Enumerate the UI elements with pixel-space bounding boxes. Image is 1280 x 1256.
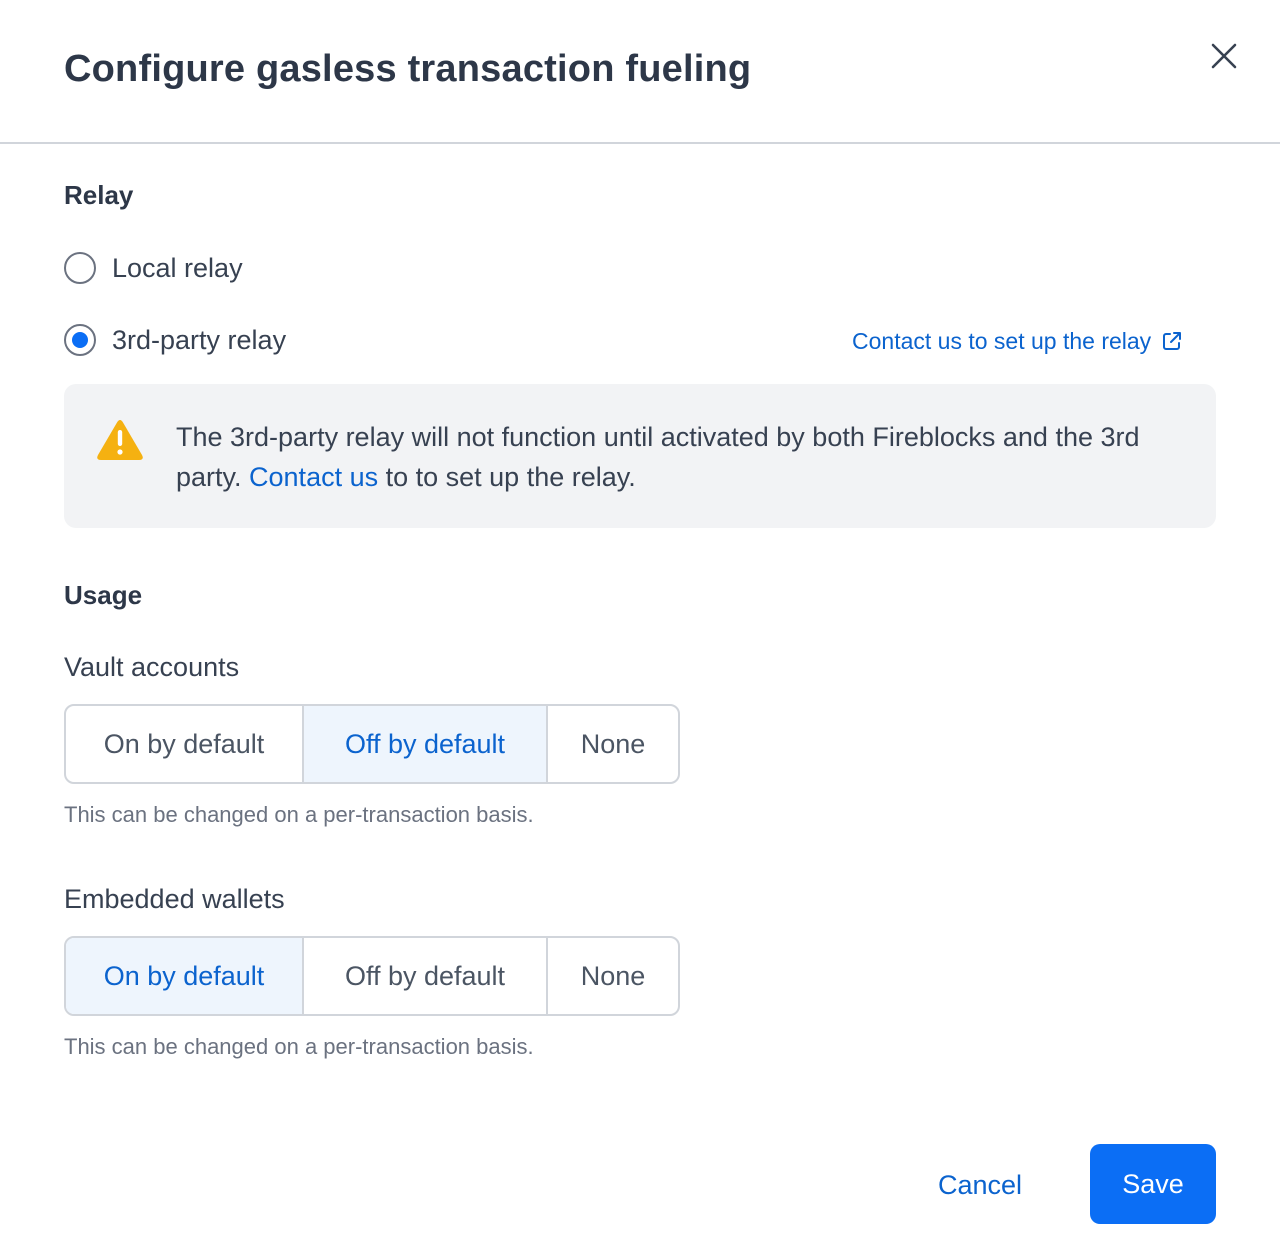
vault-off-by-default-option[interactable]: Off by default xyxy=(304,706,548,782)
relay-warning-alert: The 3rd-party relay will not function un… xyxy=(64,384,1216,528)
alert-message: The 3rd-party relay will not function un… xyxy=(176,417,1186,497)
radio-3rd-party-relay[interactable]: 3rd-party relay xyxy=(64,322,286,358)
configure-gasless-dialog: Configure gasless transaction fueling Re… xyxy=(0,0,1280,1256)
close-button[interactable] xyxy=(1204,36,1244,76)
save-button[interactable]: Save xyxy=(1090,1144,1216,1224)
embedded-off-by-default-option[interactable]: Off by default xyxy=(304,938,548,1014)
close-icon xyxy=(1211,43,1237,69)
embedded-none-option[interactable]: None xyxy=(548,938,678,1014)
contact-link-label: Contact us to set up the relay xyxy=(852,327,1152,354)
vault-accounts-label: Vault accounts xyxy=(64,652,240,682)
3rd-party-relay-radio[interactable] xyxy=(64,324,96,356)
contact-us-relay-link[interactable]: Contact us to set up the relay xyxy=(852,324,1183,358)
embedded-on-by-default-option[interactable]: On by default xyxy=(66,938,304,1014)
external-link-icon xyxy=(1163,332,1182,350)
dialog-header: Configure gasless transaction fueling xyxy=(0,0,1280,144)
radio-local-relay[interactable]: Local relay xyxy=(64,250,243,286)
warning-icon xyxy=(97,420,143,460)
alert-contact-us-link[interactable]: Contact us xyxy=(249,462,378,492)
embedded-wallets-hint: This can be changed on a per-transaction… xyxy=(64,1034,534,1059)
vault-accounts-hint: This can be changed on a per-transaction… xyxy=(64,802,534,827)
vault-none-option[interactable]: None xyxy=(548,706,678,782)
relay-section-title: Relay xyxy=(64,180,134,210)
dialog-title: Configure gasless transaction fueling xyxy=(64,48,752,90)
embedded-wallets-label: Embedded wallets xyxy=(64,884,285,914)
vault-accounts-toggle-group: On by default Off by default None xyxy=(64,704,680,784)
alert-text-after: to to set up the relay. xyxy=(378,462,636,492)
local-relay-label: Local relay xyxy=(112,252,243,283)
usage-section-title: Usage xyxy=(64,580,143,610)
3rd-party-relay-label: 3rd-party relay xyxy=(112,324,287,355)
local-relay-radio[interactable] xyxy=(64,252,96,284)
vault-on-by-default-option[interactable]: On by default xyxy=(66,706,304,782)
embedded-wallets-toggle-group: On by default Off by default None xyxy=(64,936,680,1016)
cancel-button[interactable]: Cancel xyxy=(912,1146,1048,1224)
